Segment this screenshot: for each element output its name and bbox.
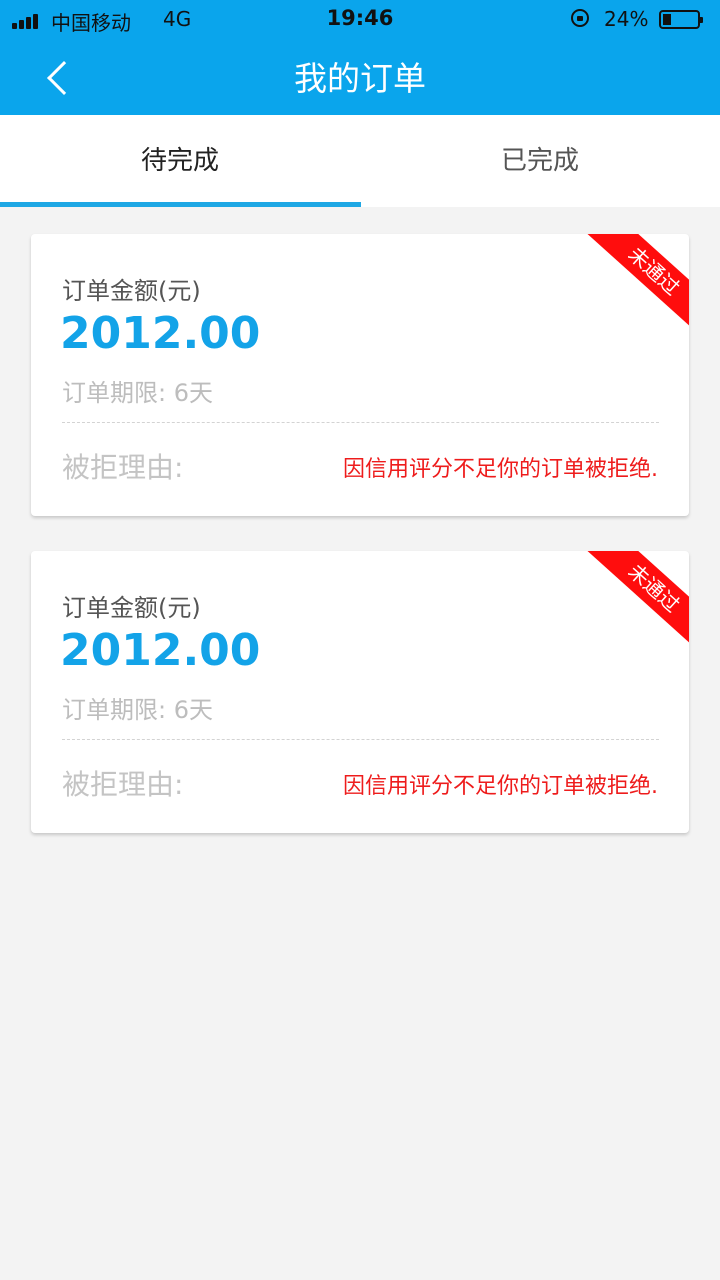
status-ribbon: 未通过 — [583, 551, 689, 645]
battery-percent: 24% — [604, 7, 649, 31]
order-amount: 2012.00 — [60, 308, 261, 359]
status-ribbon: 未通过 — [583, 234, 689, 328]
reject-reason-label: 被拒理由: — [62, 768, 184, 801]
order-amount-label: 订单金额(元) — [62, 277, 201, 305]
tab-bar: 待完成 已完成 — [0, 115, 720, 207]
nav-bar: 我的订单 — [0, 40, 720, 115]
order-card[interactable]: 订单金额(元) 2012.00 订单期限: 6天 被拒理由: 因信用评分不足你的… — [31, 551, 689, 833]
order-amount-label: 订单金额(元) — [62, 594, 201, 622]
tab-active-indicator — [0, 202, 361, 207]
reject-reason-text: 因信用评分不足你的订单被拒绝. — [343, 774, 658, 799]
tab-pending[interactable]: 待完成 — [0, 115, 360, 207]
order-card[interactable]: 订单金额(元) 2012.00 订单期限: 6天 被拒理由: 因信用评分不足你的… — [31, 234, 689, 516]
order-amount: 2012.00 — [60, 625, 261, 676]
order-term: 订单期限: 6天 — [62, 379, 213, 407]
order-term: 订单期限: 6天 — [62, 696, 213, 724]
page-title: 我的订单 — [294, 59, 426, 98]
tab-completed[interactable]: 已完成 — [360, 115, 720, 207]
reject-reason-label: 被拒理由: — [62, 451, 184, 484]
battery-level-fill — [663, 14, 671, 25]
divider — [62, 422, 659, 423]
reject-reason-text: 因信用评分不足你的订单被拒绝. — [343, 457, 658, 482]
status-bar: 中国移动 4G 19:46 24% — [0, 0, 720, 40]
rotation-lock-icon — [571, 9, 589, 27]
divider — [62, 739, 659, 740]
battery-icon — [659, 10, 703, 29]
